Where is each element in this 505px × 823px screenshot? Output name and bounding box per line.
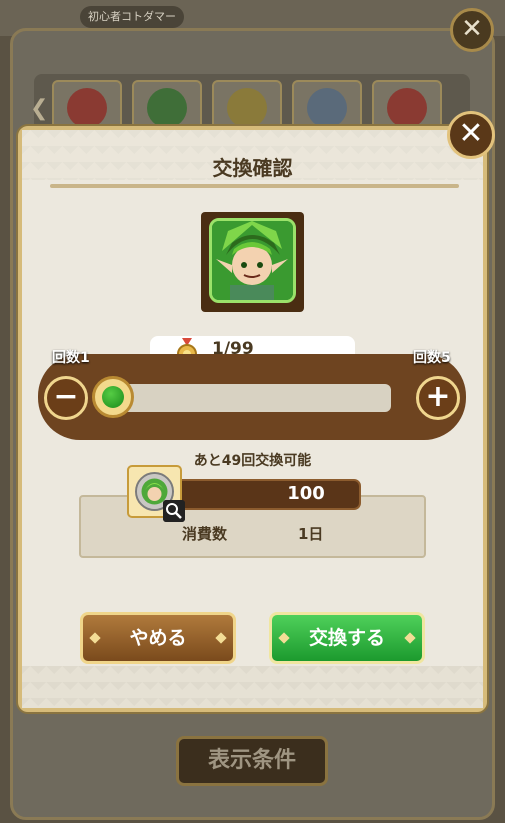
elf-character-icon <box>212 221 293 300</box>
increase-count-button[interactable]: + <box>416 376 460 420</box>
character-portrait-frame <box>201 212 304 312</box>
background-chip: 初心者コトダマー <box>80 6 184 28</box>
decrease-count-button[interactable]: − <box>44 376 88 420</box>
cancel-button-label: やめる <box>129 627 187 649</box>
diamond-ornament-icon <box>278 632 290 644</box>
cost-value: 100 <box>287 483 325 504</box>
remaining-exchanges-text: あと49回交換可能 <box>193 453 312 469</box>
background-close-icon: ✕ <box>450 8 494 52</box>
background-filter-button: 表示条件 <box>176 736 328 786</box>
count-slider-track[interactable] <box>98 384 391 412</box>
zoom-icon[interactable] <box>163 500 185 522</box>
dialog-footer-pattern <box>22 666 483 708</box>
title-divider <box>50 184 459 188</box>
character-portrait <box>209 218 296 303</box>
slider-max-label: 回数5 <box>413 350 451 366</box>
cost-label: 消費数 <box>182 525 228 543</box>
diamond-ornament-icon <box>404 632 416 644</box>
count-slider-thumb[interactable] <box>92 376 134 418</box>
background-scroll-left-icon: ❮ <box>30 96 49 121</box>
cancel-button[interactable]: やめる <box>80 612 236 664</box>
dialog-title: 交換確認 <box>212 156 293 180</box>
exchange-button[interactable]: 交換する <box>269 612 425 664</box>
close-button[interactable]: ✕ <box>447 111 495 159</box>
cost-count: 1日 <box>298 525 324 543</box>
diamond-ornament-icon <box>215 632 227 644</box>
slider-min-label: 回数1 <box>52 350 90 366</box>
exchange-button-label: 交換する <box>308 627 385 649</box>
diamond-ornament-icon <box>89 632 101 644</box>
